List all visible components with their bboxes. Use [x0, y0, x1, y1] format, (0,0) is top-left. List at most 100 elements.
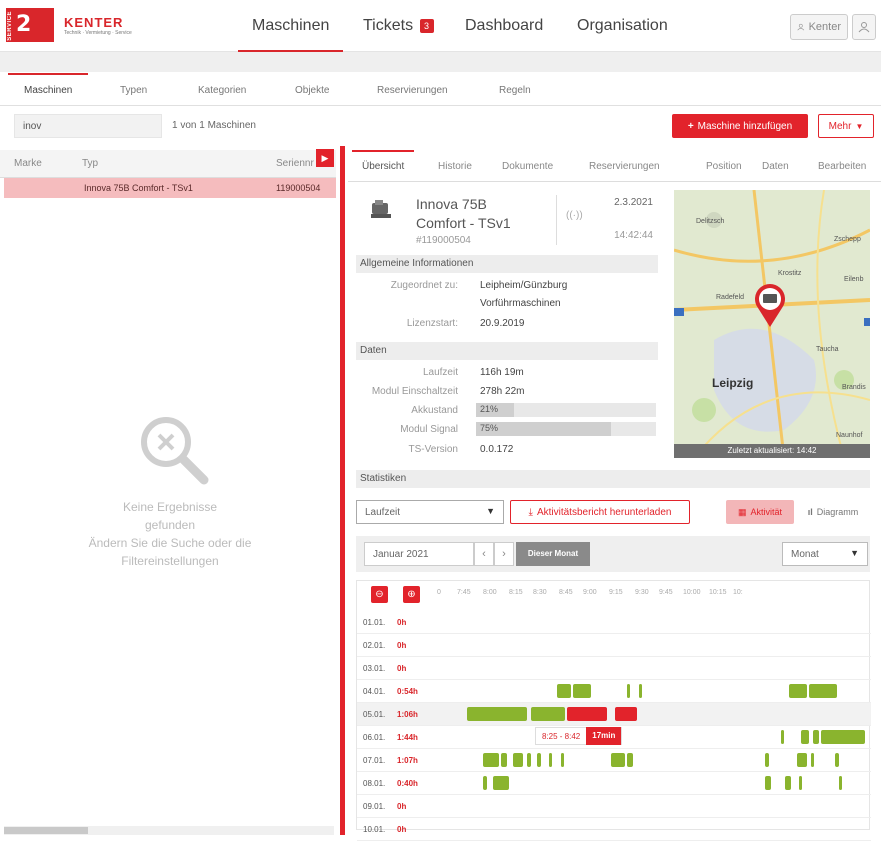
activity-segment[interactable] — [531, 707, 565, 721]
activity-segment[interactable] — [537, 753, 541, 767]
activity-segment[interactable] — [765, 753, 769, 767]
activity-segment[interactable] — [573, 684, 591, 698]
activity-segment[interactable] — [615, 707, 637, 721]
header-separator — [556, 195, 557, 245]
assigned-location[interactable]: Leipheim/Günzburg — [480, 280, 567, 291]
more-label: Mehr — [828, 120, 852, 132]
download-report-button[interactable]: ⤓ Aktivitätsbericht herunterladen — [510, 500, 690, 524]
zoom-out-icon[interactable]: ⊖ — [371, 586, 388, 603]
subtab-typen[interactable]: Typen — [120, 85, 147, 96]
logo-service-text: SERVICE — [7, 11, 13, 41]
activity-segment[interactable] — [513, 753, 523, 767]
activity-segment[interactable] — [799, 776, 802, 790]
activity-segment[interactable] — [483, 753, 499, 767]
prev-month-icon[interactable]: ‹ — [474, 542, 494, 566]
download-report-label: Aktivitätsbericht herunterladen — [536, 506, 672, 518]
activity-segment[interactable] — [821, 730, 865, 744]
month-picker[interactable]: Januar 2021 — [364, 542, 474, 566]
column-typ[interactable]: Typ — [82, 158, 98, 169]
activity-segment[interactable] — [611, 753, 625, 767]
timeline-day: 02.01. — [363, 641, 386, 650]
timeline-day: 01.01. — [363, 618, 386, 627]
range-select[interactable]: Monat ▼ — [782, 542, 868, 566]
activity-segment[interactable] — [781, 730, 784, 744]
activity-segment[interactable] — [801, 730, 809, 744]
ts-version-label: TS-Version — [408, 444, 458, 455]
column-seriennr[interactable]: Seriennr — [276, 158, 314, 169]
last-seen-date: 2.3.2021 — [614, 197, 653, 208]
diagram-tab[interactable]: ıl Diagramm — [796, 500, 870, 524]
activity-segment[interactable] — [501, 753, 507, 767]
map-marker-icon[interactable] — [752, 282, 788, 328]
nav-dashboard[interactable]: Dashboard — [465, 17, 543, 35]
search-input[interactable]: inov — [14, 114, 162, 138]
zoom-in-icon[interactable]: ⊕ — [403, 586, 420, 603]
activity-segment[interactable] — [627, 753, 633, 767]
subtab-regeln[interactable]: Regeln — [499, 85, 531, 96]
profile-button[interactable] — [852, 14, 876, 40]
tab-daten[interactable]: Daten — [762, 161, 789, 172]
activity-tab[interactable]: ▦ Aktivität — [726, 500, 794, 524]
activity-segment[interactable] — [627, 684, 630, 698]
expand-arrow-icon[interactable]: ▶ — [316, 149, 334, 167]
activity-segment[interactable] — [809, 684, 837, 698]
header-band — [0, 52, 881, 72]
subtab-maschinen[interactable]: Maschinen — [7, 73, 89, 96]
module-time-value: 278h 22m — [480, 386, 525, 397]
nav-maschinen[interactable]: Maschinen — [237, 17, 344, 52]
user-menu-button[interactable]: Kenter — [790, 14, 848, 40]
tab-dokumente[interactable]: Dokumente — [502, 161, 553, 172]
tab-historie[interactable]: Historie — [438, 161, 472, 172]
panel-divider[interactable] — [340, 146, 345, 835]
activity-segment[interactable] — [797, 753, 807, 767]
this-month-button[interactable]: Dieser Monat — [516, 542, 590, 566]
activity-segment[interactable] — [639, 684, 642, 698]
tab-uebersicht[interactable]: Übersicht — [351, 150, 415, 172]
table-row[interactable]: Innova 75B Comfort - TSv1 119000504 — [4, 178, 336, 198]
caret-down-icon: ▼ — [855, 121, 864, 131]
add-machine-button[interactable]: + Maschine hinzufügen — [672, 114, 808, 138]
activity-segment[interactable] — [561, 753, 564, 767]
activity-segment[interactable] — [567, 707, 607, 721]
empty-hint: Ändern Sie die Suche oder die Filtereins… — [88, 536, 252, 568]
next-month-icon[interactable]: › — [494, 542, 514, 566]
activity-segment[interactable] — [549, 753, 552, 767]
subtab-reservierungen[interactable]: Reservierungen — [377, 85, 448, 96]
activity-segment[interactable] — [785, 776, 791, 790]
tab-position[interactable]: Position — [706, 161, 742, 172]
assigned-group[interactable]: Vorführmaschinen — [480, 298, 561, 309]
activity-segment[interactable] — [835, 753, 839, 767]
activity-segment[interactable] — [527, 753, 531, 767]
activity-segment[interactable] — [493, 776, 509, 790]
tooltip-range: 8:25 - 8:42 — [542, 731, 581, 741]
timeline-row: 05.01. 1:06h — [357, 703, 871, 726]
subtab-objekte[interactable]: Objekte — [295, 85, 329, 96]
last-seen-time: 14:42:44 — [614, 230, 653, 241]
activity-segment[interactable] — [557, 684, 571, 698]
horizontal-scrollbar[interactable] — [4, 826, 334, 835]
nav-organisation[interactable]: Organisation — [577, 17, 668, 35]
activity-segment[interactable] — [483, 776, 487, 790]
timeline-row: 02.01. 0h — [357, 634, 871, 657]
activity-segment[interactable] — [813, 730, 819, 744]
activity-segment[interactable] — [811, 753, 814, 767]
activity-segment[interactable] — [839, 776, 842, 790]
logo[interactable]: SERVICE 2 KENTER Technik · Vermietung · … — [6, 8, 132, 42]
location-map[interactable]: Delitzsch Zschepp Krostitz Eilenb Radefe… — [674, 190, 870, 458]
tab-bearbeiten[interactable]: Bearbeiten — [818, 161, 866, 172]
activity-segment[interactable] — [467, 707, 527, 721]
activity-segment[interactable] — [789, 684, 807, 698]
tab-reservierungen[interactable]: Reservierungen — [589, 161, 660, 172]
add-machine-label: Maschine hinzufügen — [697, 120, 793, 132]
nav-tickets[interactable]: Tickets 3 — [363, 17, 434, 35]
user-icon — [858, 22, 870, 33]
more-button[interactable]: Mehr ▼ — [818, 114, 874, 138]
license-label: Lizenzstart: — [406, 318, 458, 329]
metric-select[interactable]: Laufzeit ▼ — [356, 500, 504, 524]
activity-segment[interactable] — [765, 776, 771, 790]
timeline-day: 10.01. — [363, 825, 386, 834]
column-marke[interactable]: Marke — [14, 158, 42, 169]
hour-label: 10: — [733, 589, 743, 596]
subtab-kategorien[interactable]: Kategorien — [198, 85, 246, 96]
machine-icon — [371, 200, 391, 218]
